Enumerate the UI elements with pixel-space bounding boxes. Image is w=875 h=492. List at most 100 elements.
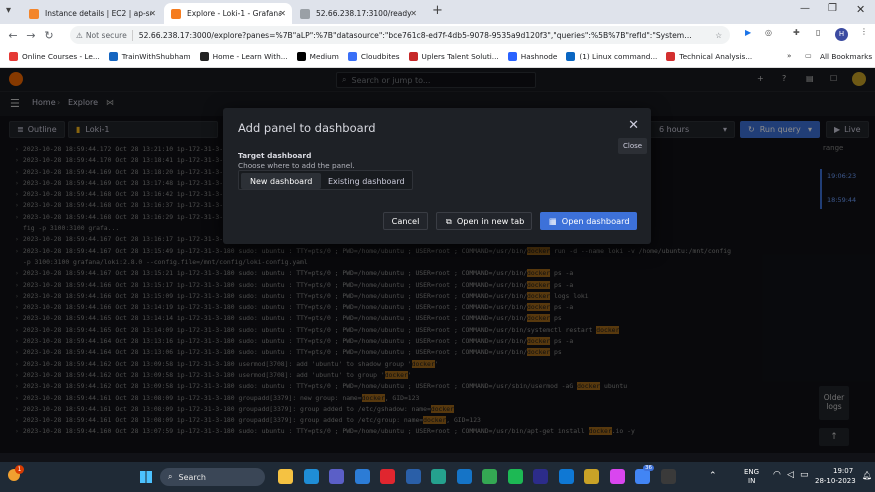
new-tab-button[interactable]: + [432,3,443,18]
browser-toolbar: ← → ↻ ⚠ Not secure 52.66.238.17:3000/exp… [0,24,875,46]
language-indicator-line1[interactable]: ENG [744,468,759,476]
bookmark-label: Medium [309,52,339,61]
wifi-icon[interactable]: ◠ [773,470,781,480]
taskbar-search-label: Search [178,472,206,482]
reload-icon[interactable]: ↻ [40,29,58,42]
browser-tab[interactable]: Explore - Loki-1 - Grafana ✕ [164,3,292,24]
volume-icon[interactable]: ◁ [787,470,794,480]
bookmark-label: (1) Linux command... [579,52,658,61]
bookmark-favicon-icon [296,52,306,61]
minimize-icon[interactable]: — [800,3,810,14]
edge-icon[interactable] [303,469,319,484]
windows-start-icon[interactable] [140,471,152,483]
tab-close-icon[interactable]: ✕ [149,9,156,18]
open-dashboard-label: Open dashboard [561,216,630,226]
open-dashboard-button[interactable]: ▦ Open dashboard [540,212,637,230]
file-explorer-icon[interactable] [278,469,293,484]
bookmark-item[interactable]: Uplers Talent Soluti... [408,52,499,61]
tab-title: 52.66.238.17:3100/ready [316,9,412,18]
bookmark-item[interactable]: Hashnode [507,52,558,61]
bookmark-label: Home - Learn With... [212,52,288,61]
tray-chevron-icon[interactable]: ⌃ [709,471,717,481]
apps-icon: ▦ [549,216,557,226]
bookmark-favicon-icon [347,52,357,61]
bookmarks-bar: Online Courses - Le... TrainWithShubham Ho… [0,46,875,68]
bookmark-item[interactable]: (1) Linux command... [566,52,657,61]
tab-title: Explore - Loki-1 - Grafana [187,9,281,18]
cancel-label: Cancel [391,216,420,226]
bookmark-item[interactable]: Home - Learn With... [199,52,288,61]
security-icon[interactable] [584,469,599,484]
bookmark-item[interactable]: Technical Analysis... [666,52,752,61]
bookmark-item[interactable]: Medium [296,52,339,61]
back-icon[interactable]: ← [4,29,22,42]
maximize-icon[interactable]: ❐ [828,3,837,14]
add-panel-modal: Add panel to dashboard ✕ Target dashboar… [223,108,651,244]
profile-avatar[interactable]: H [835,28,848,41]
teams-icon[interactable] [329,469,344,484]
url-text[interactable]: 52.66.238.17:3000/explore?panes=%7B"aLP"… [139,31,699,40]
powershell-icon[interactable] [405,469,421,484]
open-in-new-tab-button[interactable]: ⧉ Open in new tab [436,212,532,230]
language-indicator-line2[interactable]: IN [748,477,755,485]
extensions-icon[interactable]: ✚ [793,28,800,37]
extension-icon-2[interactable]: ◎ [765,28,772,37]
tab-close-icon[interactable]: ✕ [279,9,286,18]
browser-menu-icon[interactable]: ⋮ [860,27,868,36]
copilot-icon[interactable] [609,469,625,484]
chrome-active-icon[interactable]: 36 [635,465,654,484]
warning-icon: ⚠ [76,30,83,40]
opera-icon[interactable] [380,469,395,484]
target-dashboard-label: Target dashboard [238,151,312,160]
bookmark-label: Uplers Talent Soluti... [421,52,499,61]
new-dashboard-option[interactable]: New dashboard [241,173,322,189]
bookmark-favicon-icon [9,52,18,61]
clock-time[interactable]: 19:07 [833,467,853,475]
notification-badge: 1 [15,465,24,474]
windows-taskbar: 1 ⌕ Search 36 ⌃ ENG IN ◠ ◁ ▭ 19:07 28-10… [0,462,875,492]
close-window-icon[interactable]: ✕ [856,3,865,16]
extension-icon[interactable]: ▶ [745,28,751,37]
browser-tab-bar: ▾ Instance details | EC2 | ap-sout ✕ Explo… [0,0,875,24]
existing-dashboard-label: Existing dashboard [328,176,405,186]
tab-close-icon[interactable]: ✕ [410,9,417,18]
edge-dev-icon[interactable] [431,469,446,484]
terminal-icon[interactable] [660,469,676,484]
mail-icon[interactable] [558,469,574,484]
bookmark-item[interactable]: Cloudbites [347,52,400,61]
tab-list-icon[interactable]: ▾ [6,5,11,16]
chrome-badge: 36 [643,465,654,471]
sidebar-icon[interactable]: ▯ [816,28,820,37]
store-icon[interactable] [354,469,370,484]
battery-icon[interactable]: ▭ [800,470,809,480]
photos-icon[interactable] [456,469,472,484]
notification-bell-icon[interactable]: 🔔︎ [862,471,872,480]
bookmark-item[interactable]: TrainWithShubham [108,52,191,61]
cancel-button[interactable]: Cancel [383,212,428,230]
bookmark-star-icon[interactable]: ☆ [715,31,722,40]
all-bookmarks[interactable]: All Bookmarks [820,52,872,61]
tab-favicon-icon [29,8,39,19]
browser-tab[interactable]: Instance details | EC2 | ap-sout ✕ [22,3,162,24]
chrome-icon[interactable] [482,469,497,484]
forward-icon[interactable]: → [22,29,40,42]
existing-dashboard-option[interactable]: Existing dashboard [319,173,414,189]
more-bookmarks-icon[interactable]: » [787,51,791,60]
bookmark-label: Hashnode [520,52,558,61]
tab-title: Instance details | EC2 | ap-sout [45,9,151,18]
open-in-new-tab-label: Open in new tab [456,216,525,226]
bookmark-label: Online Courses - Le... [22,52,100,61]
app-icon[interactable] [533,469,548,484]
taskbar-search[interactable]: ⌕ Search [160,468,265,486]
bookmark-label: Technical Analysis... [679,52,753,61]
security-label: Not secure [85,30,127,40]
browser-tab[interactable]: 52.66.238.17:3100/ready ✕ [293,3,423,24]
address-bar[interactable]: ⚠ Not secure 52.66.238.17:3000/explore?p… [70,26,730,44]
spotify-icon[interactable] [507,469,523,484]
all-bookmarks-folder-icon: ▭ [805,51,812,60]
clock-date[interactable]: 28-10-2023 [815,477,856,485]
bookmark-favicon-icon [507,52,517,61]
close-icon[interactable]: ✕ [628,118,639,133]
bookmark-item[interactable]: Online Courses - Le... [9,52,100,61]
tab-favicon-icon [171,8,181,19]
